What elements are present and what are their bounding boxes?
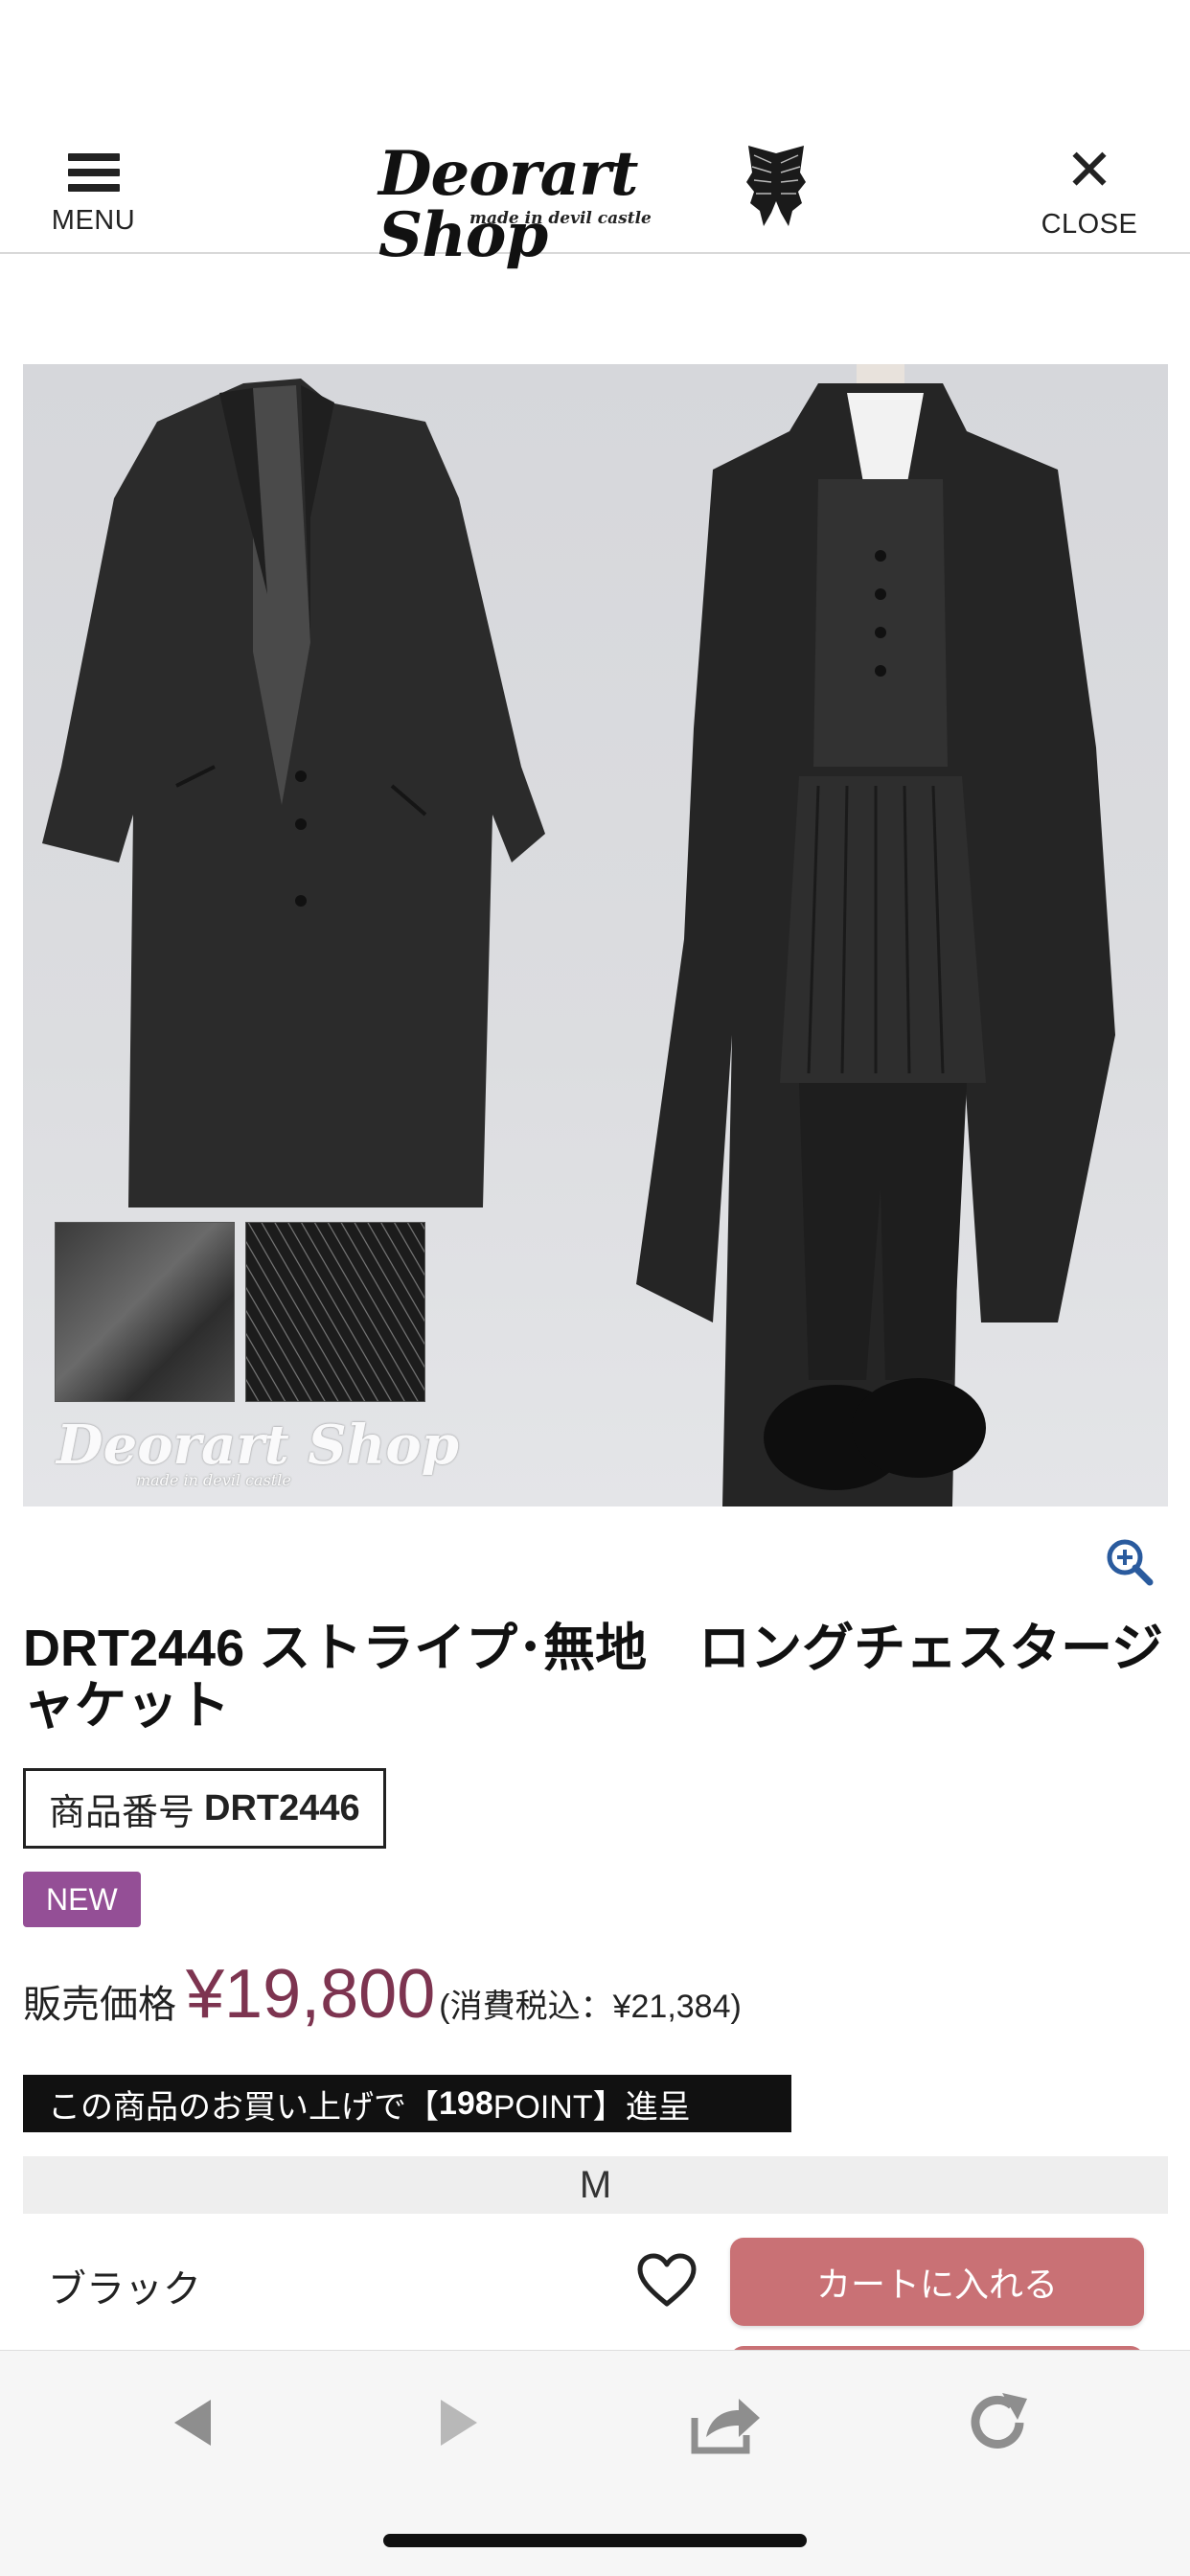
close-icon: ✕ [1064,138,1114,202]
product-image[interactable]: Deorart Shop made in devil castle [23,364,1168,1506]
point-bar: この商品のお買い上げで【 198 POINT】進呈 [23,2075,791,2132]
size-header: M [23,2156,1168,2214]
item-number-label: 商品番号 [49,1792,195,1833]
zoom-in-icon[interactable] [1104,1536,1156,1588]
site-header: MENU Deorart Shop made in devil castle ✕… [0,0,1190,266]
hamburger-icon [67,153,120,192]
point-value: 198 [439,2084,493,2122]
wings-logo-icon [746,146,806,226]
close-label: CLOSE [1041,209,1138,240]
back-arrow-icon[interactable] [149,2380,236,2466]
menu-button[interactable]: MENU [38,144,149,240]
share-icon[interactable] [682,2380,768,2466]
color-name: ブラック [48,2268,201,2311]
point-suffix: POINT】進呈 [492,2088,691,2126]
plain-fabric-swatch [55,1222,235,1402]
menu-label: MENU [51,205,136,236]
watermark-logo: Deorart Shop [57,1414,459,1477]
logo-subtext: made in devil castle [469,209,652,228]
close-button[interactable]: ✕ CLOSE [1027,138,1152,241]
site-logo[interactable]: Deorart Shop made in devil castle [378,144,810,266]
watermark-subtext: made in devil castle [136,1471,291,1489]
variant-row: ブラック カートに入れる [23,2233,1168,2338]
price-row: 販売価格 ¥19,800 (消費税込：¥21,384) [23,1955,742,2034]
stripe-fabric-swatch [245,1222,425,1402]
forward-arrow-icon[interactable] [416,2380,502,2466]
product-title: DRT2446 ストライプ･無地 ロングチェスタージャケット [23,1620,1164,1735]
reload-icon[interactable] [954,2380,1041,2466]
item-number-value: DRT2446 [204,1787,360,1828]
price-value: ¥19,800 [186,1956,436,2033]
new-badge: NEW [23,1872,141,1927]
home-indicator[interactable] [383,2534,807,2547]
add-to-cart-button[interactable]: カートに入れる [730,2238,1144,2326]
heart-icon[interactable] [636,2252,698,2310]
price-label: 販売価格 [23,1984,176,2026]
price-tax: (消費税込：¥21,384) [439,1989,742,2025]
point-prefix: この商品のお買い上げで【 [48,2088,439,2126]
item-number-box: 商品番号 DRT2446 [23,1768,386,1849]
